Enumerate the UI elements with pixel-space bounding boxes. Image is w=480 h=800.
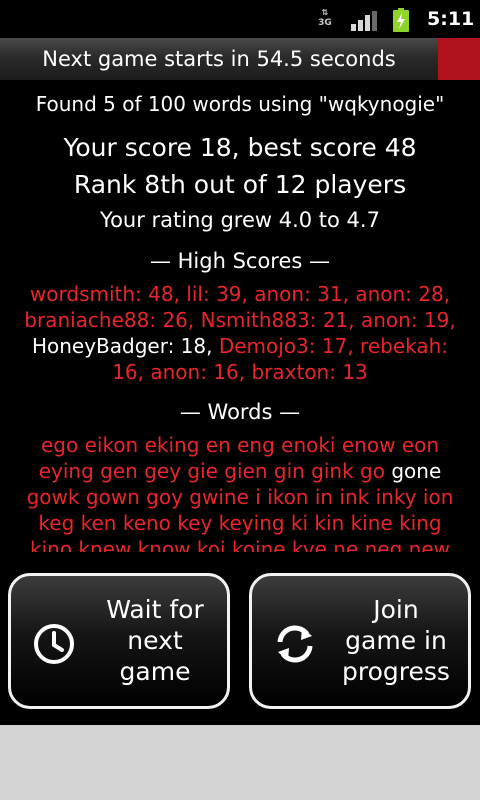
refresh-icon — [277, 625, 313, 663]
found-summary: Found 5 of 100 words using "wqkynogie" — [35, 92, 445, 116]
high-scores-list: wordsmith: 48, lil: 39, anon: 31, anon: … — [18, 281, 462, 385]
words-list[interactable]: ego eikon eking en eng enoki enow eon ey… — [18, 432, 462, 552]
network-3g-icon: ⇅ 3G — [318, 8, 332, 28]
words-line: gowk gown goy gwine i ikon in ink inky i… — [26, 485, 454, 509]
high-scores-player: HoneyBadger: 18, — [31, 334, 213, 358]
clock-icon — [34, 624, 74, 664]
signal-bars-icon — [351, 11, 377, 31]
countdown-banner: Next game starts in 54.5 seconds — [0, 38, 480, 80]
join-button-label: Join game in progress — [342, 595, 450, 686]
status-bar: ⇅ 3G 5:11 — [0, 0, 480, 38]
words-line: keg ken keno key keying ki kin kine king — [38, 511, 442, 535]
high-scores-before: wordsmith: 48, lil: 39, anon: 31, anon: … — [24, 282, 456, 332]
rating-line: Your rating grew 4.0 to 4.7 — [100, 208, 380, 232]
results-panel: Found 5 of 100 words using "wqkynogie" Y… — [0, 80, 480, 725]
rank-line: Rank 8th out of 12 players — [73, 170, 407, 199]
clock: 5:11 — [427, 8, 475, 30]
join-game-button[interactable]: Join game in progress — [249, 573, 471, 709]
battery-charging-icon — [393, 8, 409, 32]
bottom-area — [0, 725, 480, 800]
words-line-red: eying gen gey gie gien gin gink go — [38, 459, 385, 483]
wait-for-next-game-button[interactable]: Wait for next game — [8, 573, 230, 709]
score-line: Your score 18, best score 48 — [63, 133, 417, 162]
countdown-text: Next game starts in 54.5 seconds — [42, 47, 396, 71]
banner-accent — [438, 38, 480, 80]
high-scores-title: — High Scores — — [149, 249, 331, 273]
words-line: eying gen gey gie gien gin gink go gone — [18, 458, 462, 484]
words-title: — Words — — [179, 400, 301, 424]
wait-button-label: Wait for next game — [106, 595, 204, 686]
found-word: gone — [391, 459, 442, 483]
words-line: kino knew know koi koine kye ne neg new — [30, 537, 450, 552]
words-line: ego eikon eking en eng enoki enow eon — [41, 433, 439, 457]
